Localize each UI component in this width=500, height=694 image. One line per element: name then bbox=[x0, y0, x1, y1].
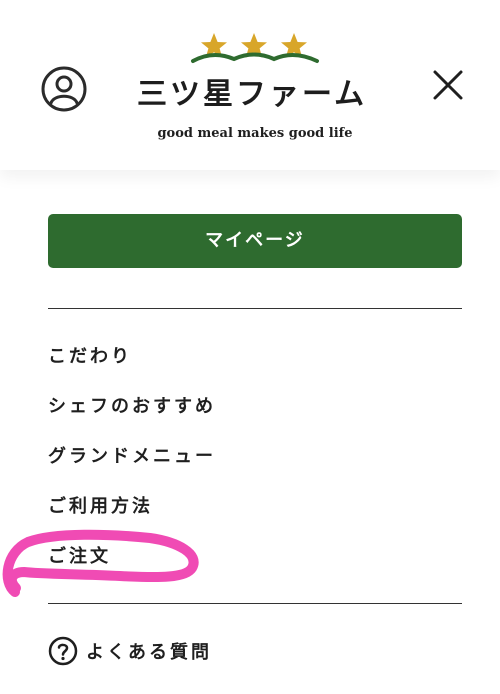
divider bbox=[48, 603, 462, 604]
mypage-button[interactable]: マイページ bbox=[48, 214, 462, 268]
menu-item-kodawari[interactable]: こだわり bbox=[48, 336, 216, 386]
brand-name: 三ツ星ファーム bbox=[137, 77, 368, 112]
faq-link[interactable]: よくある質問 bbox=[48, 634, 212, 668]
tagline: good meal makes good life bbox=[157, 126, 353, 141]
menu-item-grand-menu[interactable]: グランドメニュー bbox=[48, 436, 216, 486]
header: 三ツ星ファーム good meal makes good life bbox=[0, 0, 500, 170]
menu-item-order[interactable]: ご注文 bbox=[48, 536, 216, 586]
menu-item-how-to-use[interactable]: ご利用方法 bbox=[48, 486, 216, 536]
divider bbox=[48, 308, 462, 309]
three-stars-logo-icon bbox=[190, 30, 320, 66]
close-icon[interactable] bbox=[430, 67, 466, 103]
nav-menu: こだわり シェフのおすすめ グランドメニュー ご利用方法 ご注文 bbox=[48, 336, 216, 586]
menu-item-chef-recommend[interactable]: シェフのおすすめ bbox=[48, 386, 216, 436]
user-circle-icon[interactable] bbox=[41, 66, 87, 112]
question-circle-icon bbox=[48, 636, 78, 666]
faq-label: よくある質問 bbox=[86, 642, 212, 663]
